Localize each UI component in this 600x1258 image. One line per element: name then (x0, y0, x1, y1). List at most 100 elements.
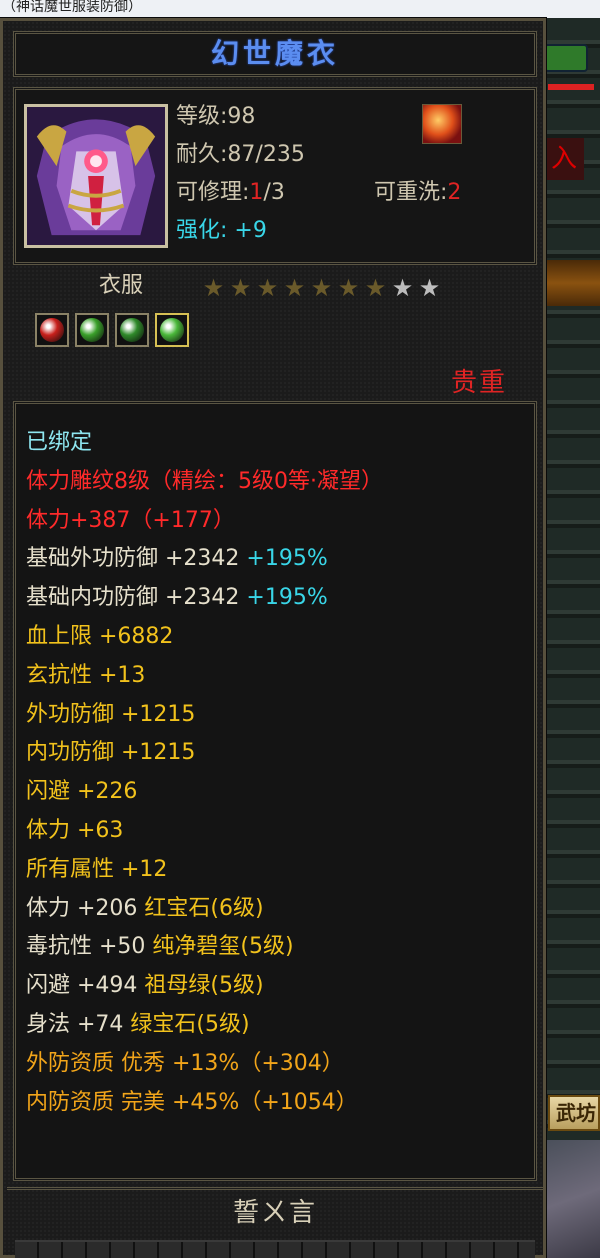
gem-slot[interactable] (75, 313, 109, 347)
gem-icon (160, 318, 184, 342)
attribute-text: 体力+387（+177） (26, 507, 235, 533)
attribute-line: 体力雕纹8级（精绘：5级0等·凝望） (26, 467, 383, 497)
gem-slots (35, 313, 189, 347)
attribute-line: 基础外功防御 +2342 +195% (26, 544, 328, 574)
attribute-text: 基础内功防御 +2342 (26, 585, 240, 611)
item-info-box: 等级:98 耐久:87/235 可修理:1/3 可重洗:2 强化: +9 (13, 87, 537, 265)
durability-label: 耐久: (176, 142, 228, 167)
game-hud-green-bar (544, 44, 588, 72)
attribute-text: 体力雕纹8级（精绘：5级0等·凝望） (26, 468, 383, 494)
game-hud-health-bar (548, 84, 594, 90)
gem-name: 祖母绿(5级) (137, 973, 264, 999)
gem-name: 红宝石(6级) (137, 895, 264, 921)
attribute-text: 玄抗性 +13 (26, 662, 146, 688)
star-gold-icon: ★ (283, 274, 306, 302)
attribute-percent: +195% (239, 585, 328, 611)
attribute-line: 毒抗性 +50 纯净碧玺(5级) (26, 932, 294, 962)
gem-name: 绿宝石(5级) (123, 1012, 250, 1037)
game-hud-orange-bar (544, 260, 600, 306)
gem-icon (40, 318, 64, 342)
star-silver-icon: ★ (418, 274, 441, 302)
enhance-value: +9 (234, 218, 267, 243)
attribute-line: 外防资质 优秀 +13%（+304） (26, 1049, 344, 1079)
attribute-line: 玄抗性 +13 (26, 661, 145, 691)
item-rarity: 贵重 (450, 368, 507, 398)
item-portrait (24, 104, 168, 248)
attribute-line: 内功防御 +1215 (26, 738, 195, 768)
repair-total: /3 (263, 180, 285, 205)
attribute-line: 身法 +74 绿宝石(5级) (26, 1010, 250, 1040)
level-label: 等级: (176, 104, 228, 129)
enhance-line: 强化: +9 (176, 218, 267, 244)
footer-pattern (15, 1240, 535, 1258)
flame-icon[interactable] (422, 104, 462, 144)
attribute-text: 闪避 +494 (26, 973, 138, 999)
attribute-line: 闪避 +226 (26, 777, 137, 807)
attribute-line: 所有属性 +12 (26, 855, 167, 885)
attribute-line: 外功防御 +1215 (26, 700, 195, 730)
item-title-box: 幻世魔衣 (13, 31, 537, 77)
attribute-line: 体力 +206 红宝石(6级) (26, 894, 264, 924)
attribute-line: 内防资质 完美 +45%（+1054） (26, 1088, 358, 1118)
gem-icon (80, 318, 104, 342)
attribute-list: 已绑定体力雕纹8级（精绘：5级0等·凝望） 体力+387（+177） 基础外功防御 … (13, 401, 537, 1181)
star-gold-icon: ★ (310, 274, 333, 302)
level-line: 等级:98 (176, 104, 255, 130)
enhance-label: 强化: (176, 218, 235, 243)
star-rating: ★ ★ ★ ★ ★ ★ ★ ★ ★ (201, 275, 442, 301)
star-gold-icon: ★ (337, 274, 360, 302)
attribute-line: 体力+387（+177） (26, 506, 235, 536)
game-scene-view (544, 1140, 600, 1258)
level-value: 98 (227, 104, 256, 129)
attribute-text: 血上限 +6882 (26, 624, 174, 649)
attribute-line: 闪避 +494 祖母绿(5级) (26, 971, 264, 1001)
star-gold-icon: ★ (256, 274, 279, 302)
browser-top-bar: （神话魔世服装防御） (0, 0, 600, 18)
rewash-line: 可重洗:2 (374, 180, 461, 206)
attribute-line: 已绑定 (26, 428, 92, 458)
repair-label: 可修理: (176, 180, 250, 205)
top-bar-text: （神话魔世服装防御） (2, 0, 142, 15)
footer-title: 誓ㄨ言 (232, 1198, 317, 1228)
gem-slot[interactable] (115, 313, 149, 347)
attribute-text: 内防资质 完美 +45%（+1054） (26, 1089, 358, 1115)
star-gold-icon: ★ (202, 274, 225, 302)
attribute-line: 体力 +63 (26, 816, 123, 846)
gem-slot[interactable] (155, 313, 189, 347)
attribute-line: 基础内功防御 +2342 +195% (26, 583, 328, 613)
repair-line: 可修理:1/3 (176, 180, 285, 206)
item-type: 衣服 (99, 273, 144, 298)
gem-icon (120, 318, 144, 342)
rewash-label: 可重洗: (374, 180, 448, 205)
star-gold-icon: ★ (364, 274, 387, 302)
item-tooltip-panel: 幻世魔衣 等级:98 耐久:87/235 可修理:1/3 可重洗:2 强化: +… (0, 17, 547, 1258)
robe-icon (27, 107, 165, 245)
rewash-value: 2 (447, 180, 462, 205)
attribute-text: 毒抗性 +50 (26, 934, 146, 960)
footer-section: 誓ㄨ言 (7, 1187, 543, 1258)
attribute-text: 闪避 +226 (26, 779, 138, 805)
attribute-percent: +195% (239, 546, 328, 572)
game-scene-background (540, 18, 600, 1258)
star-gold-icon: ★ (229, 274, 252, 302)
attribute-text: 体力 +206 (26, 895, 138, 921)
star-silver-icon: ★ (391, 274, 414, 302)
attribute-text: 体力 +63 (26, 818, 124, 843)
attribute-text: 身法 +74 (26, 1012, 124, 1037)
attribute-text: 已绑定 (26, 430, 93, 455)
durability-line: 耐久:87/235 (176, 142, 305, 168)
attribute-text: 内功防御 +1215 (26, 740, 196, 766)
item-type-section: 衣服 ★ ★ ★ ★ ★ ★ ★ ★ ★ 贵重 (13, 271, 537, 401)
game-wu-button[interactable]: 武坊 (548, 1095, 600, 1131)
attribute-text: 外功防御 +1215 (26, 701, 196, 727)
attribute-text: 所有属性 +12 (26, 856, 168, 882)
repair-used: 1 (249, 180, 264, 205)
game-hud-kanji: 入 (544, 138, 584, 180)
item-name: 幻世魔衣 (210, 37, 339, 70)
gem-name: 纯净碧玺(5级) (145, 934, 294, 960)
gem-slot[interactable] (35, 313, 69, 347)
attribute-line: 血上限 +6882 (26, 622, 173, 652)
attribute-text: 外防资质 优秀 +13%（+304） (26, 1050, 344, 1076)
attribute-text: 基础外功防御 +2342 (26, 546, 240, 572)
durability-value: 87/235 (227, 142, 305, 167)
